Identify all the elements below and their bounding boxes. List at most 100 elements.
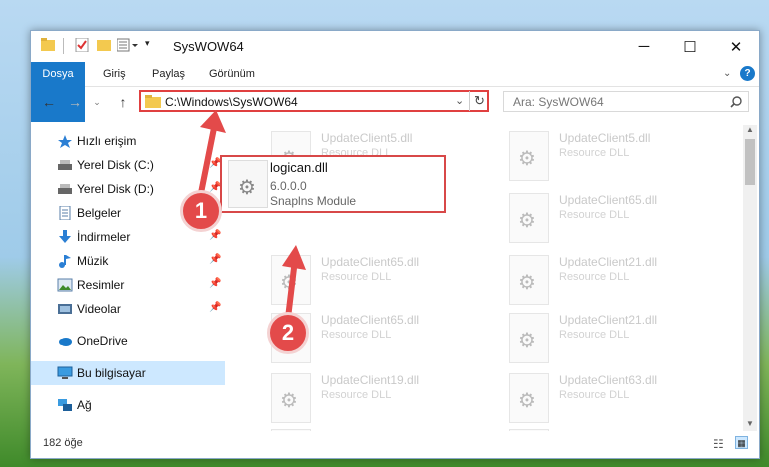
dll-file-icon: ⚙ (509, 131, 549, 181)
gear-icon: ⚙ (518, 210, 536, 232)
documents-icon (57, 205, 73, 221)
dll-file-icon: ⚙ (509, 255, 549, 305)
network-icon (57, 398, 73, 412)
item-count: 182 öğe (43, 437, 83, 449)
navigation-bar: ← → ⌄ ↑ C:\Windows\SysWOW64 ⌄ ↻ Ara: Sys… (31, 87, 759, 117)
customize-quick-access-icon[interactable]: ▾ (145, 38, 155, 54)
back-arrow-icon[interactable]: ← (39, 92, 59, 112)
tab-share[interactable]: Paylaş (152, 62, 185, 86)
explorer-window: ▾ SysWOW64 ─ ☐ ✕ Dosya Giriş Paylaş Görü… (30, 30, 760, 459)
view-menu-icon[interactable] (116, 38, 139, 54)
help-icon[interactable]: ? (740, 66, 755, 81)
file-item[interactable]: ⚙ UpdateClient63.dll Resource DLL (487, 369, 717, 429)
file-item[interactable]: ⚙ UpdateClient19.dll Resource DLL (249, 369, 479, 429)
large-icons-view-icon[interactable]: ▦ (735, 436, 748, 449)
file-description: Resource DLL (559, 271, 630, 283)
sidebar-item-pictures[interactable]: Resimler 📌 (31, 273, 225, 297)
dll-file-icon: ⚙ (271, 429, 311, 431)
pin-icon: 📌 (209, 230, 222, 241)
maximize-button[interactable]: ☐ (667, 31, 713, 62)
address-history-icon[interactable]: ⌄ (455, 94, 464, 107)
sidebar-item-label: Videolar (77, 302, 121, 316)
properties-icon[interactable] (75, 37, 89, 54)
sidebar-item-network[interactable]: Ağ (31, 393, 225, 417)
file-description: Resource DLL (559, 389, 630, 401)
pin-icon: 📌 (209, 302, 222, 313)
sidebar-item-label: Yerel Disk (D:) (77, 182, 154, 196)
file-item[interactable]: ⚙ (249, 425, 479, 431)
file-item[interactable]: ⚙ UpdateClient21.dll Resource DLL (487, 251, 717, 311)
dll-file-icon: ⚙ (271, 255, 311, 305)
sidebar-item-onedrive[interactable]: OneDrive (31, 329, 225, 353)
logican-dll-file[interactable]: ⚙ logican.dll 6.0.0.0 Snaplns Module (220, 155, 446, 213)
file-item[interactable]: ⚙ UpdateClient21.dll Resource DLL (487, 309, 717, 369)
ribbon-tabs: Dosya Giriş Paylaş Görünüm ⌄ ? (31, 62, 759, 122)
dll-file-icon: ⚙ (271, 373, 311, 423)
sidebar-item-videos[interactable]: Videolar 📌 (31, 297, 225, 321)
file-description: Resource DLL (321, 271, 392, 283)
sidebar-item-label: Belgeler (77, 206, 122, 220)
sidebar-item-this-pc[interactable]: Bu bilgisayar (31, 361, 225, 385)
file-version: 6.0.0.0 (270, 179, 307, 193)
dll-file-icon: ⚙ (228, 160, 268, 208)
details-view-icon[interactable]: ☷ (713, 437, 724, 451)
refresh-icon[interactable]: ↻ (474, 93, 485, 109)
pictures-icon (57, 278, 73, 292)
file-name: UpdateClient63.dll (559, 373, 658, 387)
sidebar-item-quick-access[interactable]: Hızlı erişim (31, 129, 225, 153)
search-input[interactable]: Ara: SysWOW64 (503, 91, 749, 112)
dll-file-icon: ⚙ (509, 429, 549, 431)
status-bar: 182 öğe ☷ ▦ (31, 432, 759, 456)
file-name: UpdateClient21.dll (559, 255, 658, 269)
star-icon (57, 134, 73, 148)
scrollbar-thumb[interactable] (745, 139, 755, 185)
address-path: C:\Windows\SysWOW64 (165, 95, 298, 109)
file-item[interactable]: ⚙ UpdateClient65.dll Resource DLL (487, 189, 717, 249)
sidebar-item-label: Bu bilgisayar (77, 366, 146, 380)
sidebar-item-label: Müzik (77, 254, 109, 268)
folder-icon (41, 38, 55, 54)
forward-arrow-icon[interactable]: → (65, 92, 85, 112)
sidebar-item-drive-c[interactable]: Yerel Disk (C:) 📌 (31, 153, 225, 177)
up-arrow-icon[interactable]: ↑ (113, 92, 133, 112)
file-item[interactable]: ⚙ UpdateClient65.dll Resource DLL (249, 251, 479, 311)
expand-ribbon-icon[interactable]: ⌄ (723, 62, 731, 86)
drive-icon (57, 182, 73, 196)
sidebar-item-label: Resimler (77, 278, 125, 292)
music-icon (57, 254, 73, 268)
navigation-pane: Hızlı erişim Yerel Disk (C:) 📌 Yerel Dis… (31, 125, 225, 431)
file-name: UpdateClient65.dll (559, 193, 658, 207)
search-placeholder: Ara: SysWOW64 (513, 95, 604, 109)
tab-view[interactable]: Görünüm (209, 62, 255, 86)
step-1-badge: 1 (180, 190, 222, 232)
file-item[interactable]: ⚙ (487, 425, 717, 431)
scroll-up-icon[interactable]: ▲ (746, 125, 754, 134)
cloud-icon (57, 334, 73, 348)
file-name: UpdateClient5.dll (321, 131, 413, 145)
new-folder-icon[interactable] (97, 38, 111, 54)
file-name: UpdateClient19.dll (321, 373, 420, 387)
separator (63, 38, 68, 54)
minimize-button[interactable]: ─ (621, 31, 667, 62)
recent-locations-icon[interactable]: ⌄ (87, 92, 107, 112)
computer-icon (57, 366, 73, 380)
folder-icon (145, 95, 161, 108)
dll-file-icon: ⚙ (509, 313, 549, 363)
file-description: Resource DLL (321, 329, 392, 341)
sidebar-item-music[interactable]: Müzik 📌 (31, 249, 225, 273)
file-item[interactable]: ⚙ UpdateClient5.dll Resource DLL (487, 127, 717, 187)
gear-icon: ⚙ (518, 330, 536, 352)
file-description: Resource DLL (559, 329, 630, 341)
scroll-down-icon[interactable]: ▼ (746, 419, 754, 428)
sidebar-item-label: Hızlı erişim (77, 134, 137, 148)
file-description: Resource DLL (321, 389, 392, 401)
tab-home[interactable]: Giriş (103, 62, 126, 86)
title-bar: ▾ SysWOW64 ─ ☐ ✕ (31, 31, 759, 62)
gear-icon: ⚙ (238, 177, 256, 199)
step-2-badge: 2 (267, 312, 309, 354)
close-button[interactable]: ✕ (713, 31, 759, 62)
vertical-scrollbar[interactable]: ▲ ▼ (743, 125, 757, 431)
gear-icon: ⚙ (280, 272, 298, 294)
gear-icon: ⚙ (518, 272, 536, 294)
address-bar[interactable]: C:\Windows\SysWOW64 ⌄ ↻ (139, 90, 489, 112)
